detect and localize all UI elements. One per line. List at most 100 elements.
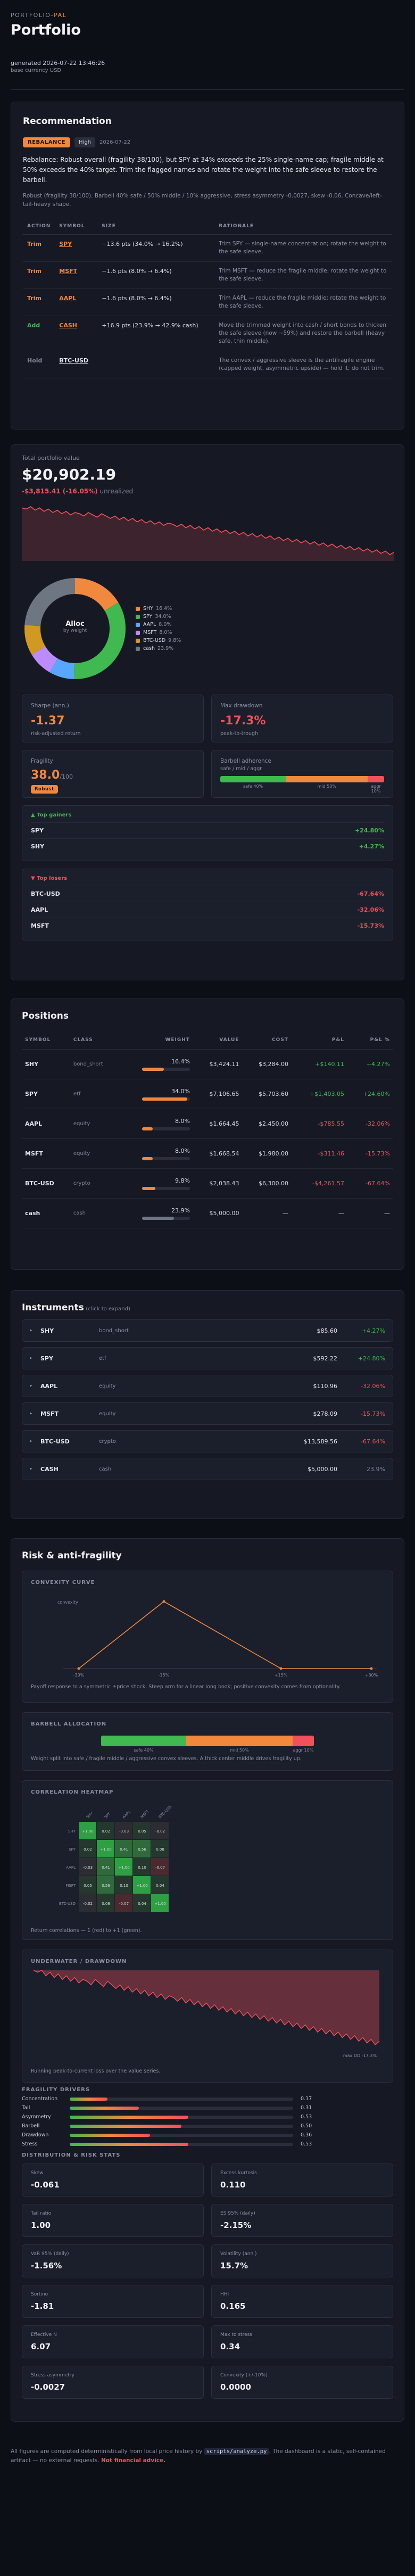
fragility-unit: /100 [60, 773, 73, 780]
action-type: Add [23, 316, 55, 351]
correlation-heatmap-card: CORRELATION HEATMAP SHY SHY SPY SPY AAPL AAPL… [22, 1780, 393, 1940]
legend-pct: 34.0% [155, 614, 171, 620]
instrument-row-shy[interactable]: ▸ SHY bond_short $85.60 +4.27% [22, 1319, 393, 1342]
position-value: $7,106.65 [193, 1079, 243, 1109]
expand-chevron-icon: ▸ [30, 1439, 32, 1444]
risk-stat-card: ES 95% (daily) -2.15% [211, 2204, 393, 2237]
instruments-hint: (click to expand) [86, 1306, 130, 1312]
heatmap-col-label: AAPL [122, 1810, 131, 1819]
fragility-value: 38.0 [31, 769, 60, 782]
risk-stat-value: -0.0027 [31, 2382, 65, 2392]
recommendation-heading: Recommendation [23, 116, 112, 127]
risk-stat-card: Volatility (ann.) 15.7% [211, 2244, 393, 2277]
legend-swatch [136, 646, 140, 651]
instrument-row-btc-usd[interactable]: ▸ BTC-USD crypto $13,589.56 -67.64% [22, 1430, 393, 1452]
weight-bar-fill [142, 1127, 153, 1130]
driver-row: Drawdown 0.36 [22, 2132, 393, 2138]
barbell-allocation-caption: Weight split into safe / fragile middle … [31, 1756, 302, 1762]
position-pnl: — [291, 1198, 347, 1228]
driver-bar-fill [70, 2124, 181, 2128]
total-value-label: Total portfolio value [22, 455, 80, 461]
heatmap-value: 0.04 [138, 1902, 146, 1906]
legend-name: MSFT [143, 630, 157, 635]
risk-stat-label: VaR 95% (daily) [31, 2251, 69, 2257]
position-pnl-pct: -15.73% [347, 1138, 393, 1169]
weight-bar [142, 1157, 190, 1160]
mover-pct: -32.06% [357, 906, 384, 913]
position-class: crypto [70, 1168, 120, 1199]
driver-name: Barbell [22, 2123, 40, 2129]
action-row: Trim SPY −13.6 pts (34.0% → 16.2%) Trim SPY… [23, 234, 392, 262]
position-value: $3,424.11 [193, 1049, 243, 1079]
position-class: cash [70, 1198, 120, 1228]
barbell-segments [220, 776, 384, 782]
heatmap-value: 0.08 [156, 1847, 164, 1852]
sharpe-value: -1.37 [31, 714, 65, 728]
column-header: ACTION [23, 219, 55, 235]
instrument-row-aapl[interactable]: ▸ AAPL equity $110.96 -32.06% [22, 1375, 393, 1397]
position-row: SPY etf 34.0% $7,106.65 $5,703.60 +$1,403.05 +… [22, 1079, 393, 1109]
position-pnl: -$4,261.57 [291, 1168, 347, 1199]
expand-chevron-icon: ▸ [30, 1356, 32, 1361]
heatmap-col-label: MSFT [140, 1809, 150, 1819]
mover-symbol: MSFT [31, 922, 49, 929]
instrument-row-cash[interactable]: ▸ CASH cash $5,000.00 23.9% [22, 1458, 393, 1480]
action-symbol-cell: CASH [55, 316, 98, 351]
symbol-link[interactable]: AAPL [59, 295, 76, 302]
position-value: $5,000.00 [193, 1198, 243, 1228]
symbol-link[interactable]: CASH [59, 322, 77, 329]
risk-stat-label: HHI [220, 2292, 229, 2297]
action-size: +16.9 pts (23.9% → 42.9% cash) [97, 316, 215, 351]
position-class: equity [70, 1109, 120, 1139]
instrument-row-spy[interactable]: ▸ SPY etf $592.22 +24.80% [22, 1347, 393, 1369]
heatmap-row-label: SPY [69, 1847, 76, 1852]
risk-stat-card: Excess kurtosis 0.110 [211, 2164, 393, 2197]
legend-pct: 8.0% [159, 630, 172, 635]
underwater-max-dd-label: max DD -17.3% [343, 2053, 377, 2058]
position-weight: 9.8% [175, 1177, 190, 1184]
action-symbol-cell: BTC-USD [55, 351, 98, 378]
risk-stat-value: 0.165 [220, 2301, 246, 2311]
underwater-area [34, 1970, 379, 2045]
recommendation-panel: Recommendation REBALANCE High 2026-07-22… [11, 102, 404, 430]
underwater-title: UNDERWATER / DRAWDOWN [31, 1959, 127, 1964]
symbol-link[interactable]: SPY [59, 241, 72, 247]
barbell-segment [286, 776, 368, 782]
barbell-segment-label: mid 50% [317, 784, 336, 789]
heatmap-value: +1.00 [100, 1847, 111, 1852]
risk-stat-value: -0.061 [31, 2180, 60, 2190]
risk-stat-label: Tail ratio [31, 2211, 52, 2216]
heatmap-value: 0.41 [120, 1847, 128, 1852]
position-row: SHY bond_short 16.4% $3,424.11 $3,284.00 +$14… [22, 1049, 393, 1079]
barbell-labels: safe 40% mid 50% aggr 10% [220, 784, 384, 794]
symbol-link[interactable]: MSFT [59, 268, 77, 275]
risk-stat-label: Effective N [31, 2332, 57, 2338]
legend-swatch [136, 622, 140, 627]
legend-item-cash: cash 23.9% [136, 646, 181, 651]
position-symbol: cash [22, 1198, 70, 1228]
position-cost: $3,284.00 [242, 1049, 292, 1079]
risk-stat-card: Max to stress 0.34 [211, 2325, 393, 2358]
action-symbol-cell: AAPL [55, 288, 98, 316]
column-header: COST [242, 1033, 292, 1050]
unrealized-label: unrealized [99, 488, 134, 495]
heatmap-value: 0.05 [84, 1884, 92, 1888]
maxdd-label: Max drawdown [220, 703, 263, 709]
column-header: SYMBOL [22, 1033, 70, 1050]
convexity-point [279, 1667, 283, 1670]
heatmap-caption: Return correlations — 1 (red) to +1 (gre… [31, 1928, 142, 1934]
position-pnl-pct: +24.60% [347, 1079, 393, 1109]
positions-panel: Positions SYMBOL CLASS WEIGHT VALUE COST P&L P… [11, 998, 404, 1270]
position-pnl: +$140.11 [291, 1049, 347, 1079]
page-title: Portfolio [11, 22, 81, 38]
risk-stat-label: Sortino [31, 2292, 48, 2297]
barbell-label: Barbell adherence [220, 758, 271, 764]
convexity-x-tick: +15% [275, 1673, 288, 1678]
instrument-row-msft[interactable]: ▸ MSFT equity $278.09 -15.73% [22, 1402, 393, 1425]
position-pnl-pct: — [347, 1198, 393, 1228]
portfolio-value-panel: Total portfolio value $20,902.19 -$3,815… [11, 444, 404, 980]
fragility-badge: Robust [31, 785, 58, 794]
mover-row: MSFT -15.73% [31, 918, 384, 934]
legend-pct: 9.8% [168, 638, 181, 643]
symbol-link[interactable]: BTC-USD [59, 357, 88, 364]
